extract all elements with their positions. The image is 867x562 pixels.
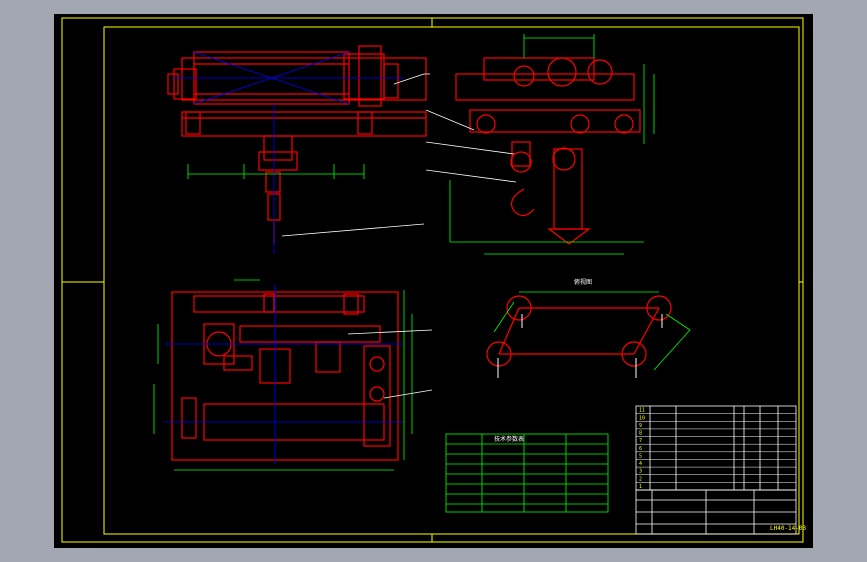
parts-row-number: 2: [639, 476, 642, 482]
parts-row-number: 9: [639, 423, 642, 429]
parts-row-number: 7: [639, 438, 642, 444]
parts-row-number: 8: [639, 431, 642, 437]
plan-view-label: 俯视图: [574, 278, 592, 286]
parts-row-number: 5: [639, 453, 642, 459]
parts-row-number: 6: [639, 446, 642, 452]
parts-row-number: 1: [639, 484, 642, 490]
plan-view-trolley[interactable]: [153, 279, 433, 471]
cad-viewport[interactable]: 11 10 9 8 7 6 5 4 3 2 1 LH40-14-03 俯视图 技术参数表: [0, 0, 867, 562]
drawing-number: LH40-14-03: [770, 525, 807, 532]
technical-spec-table[interactable]: [445, 433, 609, 513]
parts-row-number: 10: [639, 415, 645, 421]
parts-list-rows: 1110 9 87 65 4 32 1: [636, 408, 796, 491]
front-view-hoist[interactable]: [167, 45, 430, 254]
side-view-hoist[interactable]: [425, 34, 655, 255]
parts-row-number: 4: [639, 461, 642, 467]
parts-list-table[interactable]: [635, 405, 797, 491]
drawing-canvas[interactable]: 1110 9 87 65 4 32 1 LH40-14-03 俯视图 技术参数表: [54, 14, 813, 548]
drawing-sheet[interactable]: 11 10 9 8 7 6 5 4 3 2 1 LH40-14-03 俯视图 技术参数表: [54, 14, 813, 548]
parts-row-number: 11: [639, 408, 645, 414]
wheel-layout-view[interactable]: [486, 291, 691, 378]
sheet-frame: [61, 17, 804, 543]
spec-table-title: 技术参数表: [494, 435, 524, 443]
parts-row-number: 3: [639, 469, 642, 475]
